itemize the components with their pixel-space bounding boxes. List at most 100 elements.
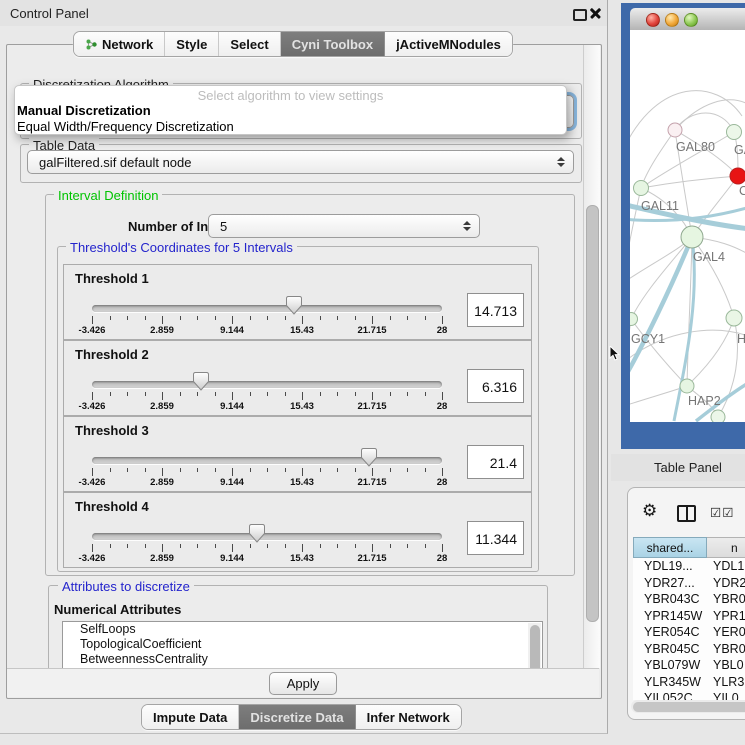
slider-tick xyxy=(425,392,426,396)
slider-tick xyxy=(390,392,391,396)
network-window-titlebar[interactable] xyxy=(630,8,745,31)
slider-tick xyxy=(267,392,268,396)
slider-handle[interactable] xyxy=(361,448,377,467)
close-traffic-light-icon[interactable] xyxy=(646,13,660,27)
table-row[interactable]: YBR043CYBR0 xyxy=(633,591,745,608)
table-data-value: galFiltered.sif default node xyxy=(39,155,191,170)
network-node-ga[interactable] xyxy=(727,125,742,140)
tab-label: Discretize Data xyxy=(250,710,343,725)
control-panel-title: Control Panel xyxy=(10,6,89,21)
tab-cyni-toolbox[interactable]: Cyni Toolbox xyxy=(280,32,384,56)
slider-handle[interactable] xyxy=(286,296,302,315)
slider-handle[interactable] xyxy=(249,524,265,543)
slider-handle[interactable] xyxy=(193,372,209,391)
number-of-intervals-combobox[interactable]: 5 xyxy=(208,214,480,238)
slider-tick xyxy=(180,392,181,396)
attribute-item-betweennesscentrality[interactable]: BetweennessCentrality xyxy=(63,652,542,667)
tick-label: 2.859 xyxy=(150,325,174,336)
numerical-attributes-label: Numerical Attributes xyxy=(54,602,181,617)
settings-scrollbar[interactable] xyxy=(583,45,600,668)
node-label: GA xyxy=(734,143,745,157)
cell-name: YLR3 xyxy=(707,674,744,691)
zoom-traffic-light-icon[interactable] xyxy=(684,13,698,27)
slider-tick xyxy=(372,468,373,476)
table-horizontal-scrollbar[interactable] xyxy=(631,700,745,713)
tab-impute-data[interactable]: Impute Data xyxy=(142,705,238,729)
tab-jactivemnodules[interactable]: jActiveMNodules xyxy=(384,32,512,56)
threshold-value-field[interactable]: 6.316 xyxy=(467,369,524,403)
algorithm-placeholder-option[interactable]: Select algorithm to view settings xyxy=(15,88,566,103)
network-node-gal4[interactable] xyxy=(681,226,703,248)
column-header-shared[interactable]: shared... xyxy=(633,537,707,558)
slider-track[interactable] xyxy=(92,381,442,388)
tick-label: 15.43 xyxy=(290,325,314,336)
slider-tick xyxy=(250,468,251,472)
settings-scrollbar-thumb[interactable] xyxy=(586,205,599,622)
network-node-gal11[interactable] xyxy=(634,181,649,196)
numerical-attributes-list[interactable]: SelfLoopsTopologicalCoefficientBetweenne… xyxy=(62,621,543,668)
column-header-name[interactable]: n xyxy=(707,537,745,558)
slider-track[interactable] xyxy=(92,305,442,312)
minimize-traffic-light-icon[interactable] xyxy=(665,13,679,27)
slider-tick xyxy=(285,316,286,320)
cell-name: YBL0 xyxy=(707,657,744,674)
slider-tick xyxy=(110,316,111,320)
tab-label: Cyni Toolbox xyxy=(292,37,373,52)
tick-label: 15.43 xyxy=(290,401,314,412)
network-node-h[interactable] xyxy=(726,310,742,326)
slider-tick xyxy=(302,468,303,476)
list-scrollbar-thumb[interactable] xyxy=(530,625,540,668)
table-row[interactable]: YER054CYER0 xyxy=(633,624,745,641)
slider-tick xyxy=(110,392,111,396)
table-row[interactable]: YDL19...YDL1 xyxy=(633,558,745,575)
network-edge xyxy=(641,176,738,188)
table-horizontal-scrollbar-thumb[interactable] xyxy=(633,702,745,712)
close-icon[interactable] xyxy=(589,6,602,19)
tab-infer-network[interactable]: Infer Network xyxy=(355,705,461,729)
tab-discretize-data[interactable]: Discretize Data xyxy=(238,705,354,729)
tab-label: jActiveMNodules xyxy=(396,37,501,52)
slider-tick xyxy=(215,544,216,548)
tab-select[interactable]: Select xyxy=(218,32,279,56)
float-window-icon[interactable] xyxy=(573,9,587,21)
attribute-item-selfloops[interactable]: SelfLoops xyxy=(63,622,542,637)
network-canvas[interactable]: GAL80GACGAL11GAL4GCY1HHAP2 xyxy=(630,30,745,422)
threshold-value-field[interactable]: 11.344 xyxy=(467,521,524,555)
attribute-item-topologicalcoefficient[interactable]: TopologicalCoefficient xyxy=(63,637,542,652)
table-row[interactable]: YBR045CYBR0 xyxy=(633,641,745,658)
network-node-c[interactable] xyxy=(730,168,745,184)
algorithm-option-manual-discretization[interactable]: Manual Discretization xyxy=(15,103,566,119)
slider-tick xyxy=(302,392,303,400)
algorithm-option-equal-width-frequency-discretization[interactable]: Equal Width/Frequency Discretization xyxy=(15,119,566,135)
network-view-window: GAL80GACGAL11GAL4GCY1HHAP2 xyxy=(621,3,745,449)
table-row[interactable]: YBL079WYBL0 xyxy=(633,657,745,674)
table-row[interactable]: YLR345WYLR3 xyxy=(633,674,745,691)
group-title: Threshold's Coordinates for 5 Intervals xyxy=(66,240,297,255)
table-row[interactable]: YDR27...YDR2 xyxy=(633,575,745,592)
apply-button[interactable]: Apply xyxy=(269,672,337,695)
columns-icon[interactable] xyxy=(677,505,696,522)
tab-style[interactable]: Style xyxy=(164,32,218,56)
threshold-value-field[interactable]: 14.713 xyxy=(467,293,524,327)
list-scrollbar[interactable] xyxy=(528,623,541,668)
checked-box-icons[interactable]: ☑☑ xyxy=(710,505,734,520)
threshold-value-field[interactable]: 21.4 xyxy=(467,445,524,479)
threshold-panel-4: Threshold 4-3.4262.8599.14415.4321.71528… xyxy=(63,492,532,568)
table-row[interactable]: YPR145WYPR1 xyxy=(633,608,745,625)
slider-track[interactable] xyxy=(92,533,442,540)
tab-network[interactable]: Network xyxy=(74,32,164,56)
gear-icon[interactable]: ⚙ xyxy=(642,501,657,521)
slider-track[interactable] xyxy=(92,457,442,464)
node-label: GAL80 xyxy=(676,140,715,154)
network-node-gal80[interactable] xyxy=(668,123,682,137)
threshold-label: Threshold 1 xyxy=(75,271,149,286)
cell-shared-name: YIL052C xyxy=(633,690,707,700)
slider-tick xyxy=(145,316,146,320)
table-row[interactable]: YIL052CYIL0 xyxy=(633,690,745,700)
tick-label: -3.426 xyxy=(79,477,106,488)
network-node-hap2[interactable] xyxy=(680,379,694,393)
network-node[interactable] xyxy=(711,410,725,422)
cell-shared-name: YER054C xyxy=(633,624,707,641)
table-data-combobox[interactable]: galFiltered.sif default node xyxy=(27,150,574,174)
network-node-gcy1[interactable] xyxy=(630,313,638,326)
